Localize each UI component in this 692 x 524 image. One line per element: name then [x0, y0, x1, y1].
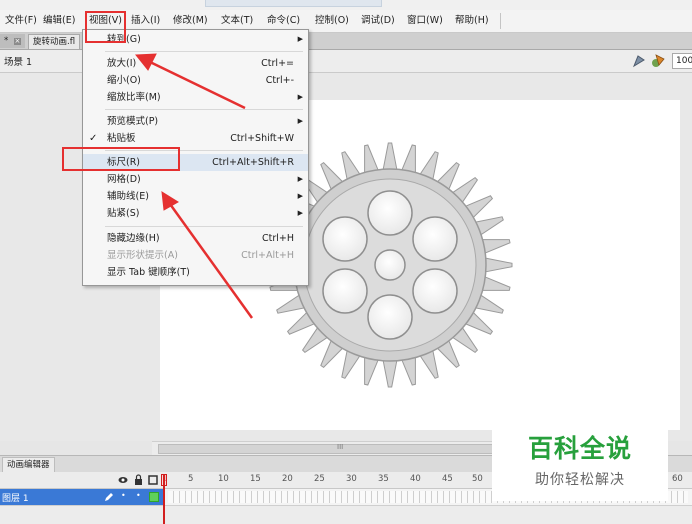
- stage-horizontal-scrollbar[interactable]: III: [152, 441, 538, 455]
- frame-number: 60: [672, 474, 683, 484]
- frame-number: 35: [378, 474, 389, 484]
- outline-icon[interactable]: [148, 475, 158, 485]
- watermark-sub-text: 助你轻松解决: [535, 472, 625, 488]
- pencil-icon: [105, 493, 113, 501]
- arrow-to-view-menu: [134, 53, 246, 110]
- visibility-dot[interactable]: •: [121, 491, 126, 500]
- watermark-main-text: 百科全说: [527, 434, 632, 463]
- frame-number: 45: [442, 474, 453, 484]
- frame-number: 20: [282, 474, 293, 484]
- playhead[interactable]: [163, 474, 165, 524]
- lock-dot[interactable]: •: [136, 491, 141, 500]
- layer-name[interactable]: 图层 1: [2, 491, 29, 504]
- eye-icon[interactable]: [118, 475, 128, 485]
- layer-outline-color[interactable]: [149, 492, 159, 502]
- frame-number: 10: [218, 474, 229, 484]
- scrollbar-thumb[interactable]: III: [158, 443, 530, 454]
- frame-number: 30: [346, 474, 357, 484]
- arrow-to-rulers: [161, 191, 254, 319]
- scrollbar-grip: III: [337, 443, 344, 451]
- timeline-footer: [0, 506, 692, 524]
- frame-number: 5: [188, 474, 194, 484]
- lock-icon[interactable]: [134, 474, 143, 485]
- frame-number: 50: [472, 474, 483, 484]
- frame-number: 15: [250, 474, 261, 484]
- frame-number: 40: [410, 474, 421, 484]
- watermark: 百科全说 助你轻松解决: [492, 415, 668, 501]
- frame-number: 25: [314, 474, 325, 484]
- motion-editor-tab[interactable]: 动画编辑器: [2, 457, 55, 472]
